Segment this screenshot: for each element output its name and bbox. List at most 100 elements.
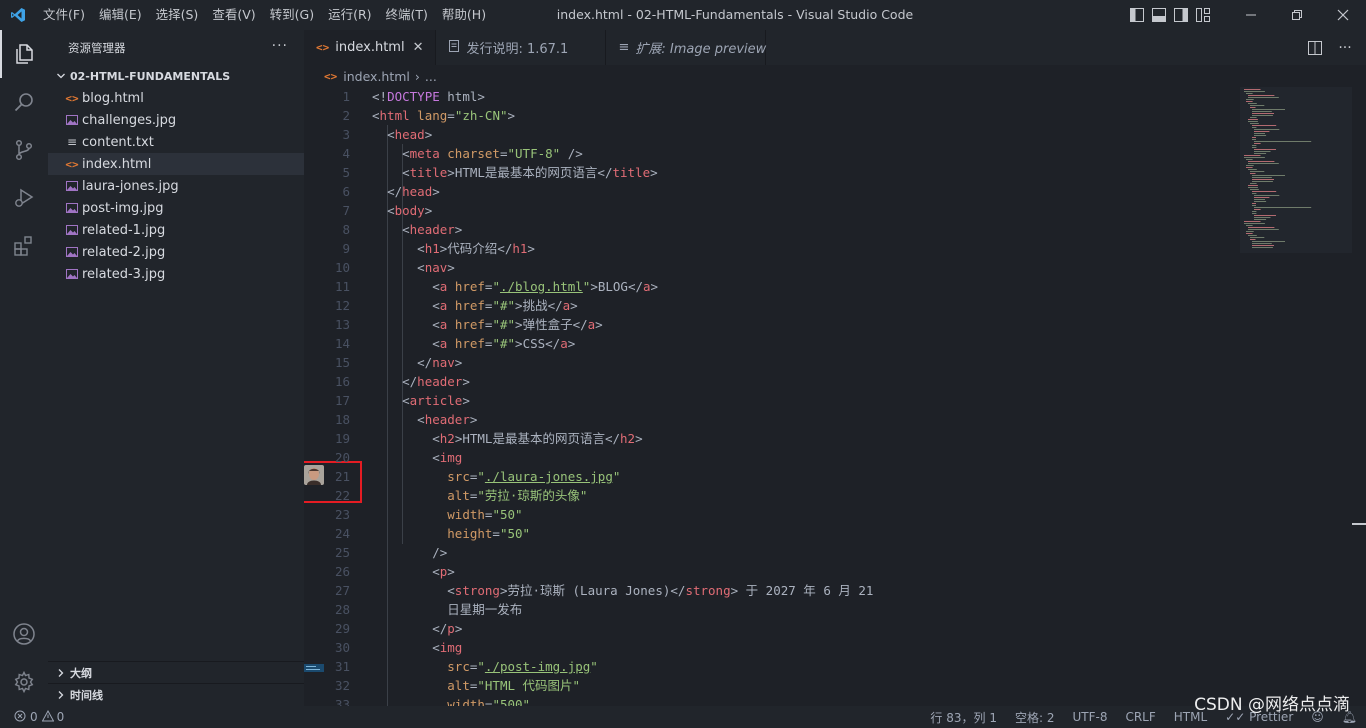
indentation[interactable]: 空格: 2 (1006, 709, 1064, 726)
minimap-line (1250, 107, 1256, 108)
extensions-icon[interactable] (0, 222, 48, 270)
encoding[interactable]: UTF-8 (1063, 710, 1116, 724)
code-line: <h2>HTML是最基本的网页语言</h2> (432, 431, 643, 446)
toggle-panel-icon[interactable] (1148, 0, 1170, 30)
line-numbers: 1 2 3 4 5 6 7 8 9 10 11 12 13 14 15 16 17 18 19 20 21 22 23 24 2… (326, 87, 350, 706)
toggle-sidebar-icon[interactable] (1126, 0, 1148, 30)
code-line: <html lang="zh-CN"> (372, 108, 516, 123)
file-name: challenges.jpg (82, 112, 177, 128)
error-count: 0 (30, 710, 38, 724)
line-number: 32 (334, 678, 350, 693)
file-item[interactable]: <> blog.html (48, 87, 304, 109)
line-number: 25 (334, 545, 350, 560)
line-number: 17 (334, 393, 350, 408)
file-name: related-3.jpg (82, 266, 166, 282)
code-line: <a href="#">挑战</a> (432, 298, 578, 313)
tab-label: index.html (335, 40, 405, 55)
minimap-line (1250, 239, 1256, 240)
minimap-line (1252, 177, 1272, 178)
menu-go[interactable]: 转到(G) (263, 0, 321, 30)
line-number: 2 (342, 108, 350, 123)
problems-indicator[interactable]: 0 0 (0, 709, 64, 725)
file-name: content.txt (82, 134, 154, 150)
breadcrumb-file[interactable]: index.html (343, 69, 410, 84)
accounts-icon[interactable] (0, 610, 48, 658)
minimap-line (1248, 97, 1279, 98)
toggle-secondary-sidebar-icon[interactable] (1170, 0, 1192, 30)
chevron-right-icon (54, 668, 68, 678)
workspace-folder[interactable]: 02-HTML-FUNDAMENTALS (48, 65, 304, 87)
file-item[interactable]: ≡ content.txt (48, 131, 304, 153)
code-line: 日星期一发布 (372, 602, 523, 617)
code-line: </p> (432, 621, 463, 636)
more-actions-icon[interactable]: ··· (1330, 30, 1360, 65)
breadcrumb-more[interactable]: ... (425, 69, 437, 84)
line-number: 31 (334, 659, 350, 674)
menu-selection[interactable]: 选择(S) (149, 0, 206, 30)
chevron-down-icon (54, 71, 68, 81)
line-number: 27 (334, 583, 350, 598)
tab-index-html[interactable]: <> index.html ✕ (304, 30, 437, 65)
outline-section[interactable]: 大纲 (48, 661, 304, 683)
source-control-icon[interactable] (0, 126, 48, 174)
explorer-icon[interactable] (0, 30, 48, 78)
line-number: 23 (334, 507, 350, 522)
file-item[interactable]: post-img.jpg (48, 197, 304, 219)
file-name: related-2.jpg (82, 244, 166, 260)
code-editor[interactable]: 1 2 3 4 5 6 7 8 9 10 11 12 13 14 15 16 17 18 19 20 21 22 23 24 2… (304, 87, 1366, 706)
file-item[interactable]: related-1.jpg (48, 219, 304, 241)
minimap-line (1252, 145, 1257, 146)
customize-layout-icon[interactable] (1192, 0, 1214, 30)
restore-button[interactable] (1274, 0, 1320, 30)
file-item-selected[interactable]: <> index.html (48, 153, 304, 175)
minimap-line (1250, 189, 1259, 190)
status-bar: 0 0 行 83，列 1 空格: 2 UTF-8 CRLF HTML ✓✓ Pr… (0, 706, 1366, 728)
manage-gear-icon[interactable] (0, 658, 48, 706)
code-line: <a href="#">CSS</a> (432, 336, 576, 351)
file-item[interactable]: laura-jones.jpg (48, 175, 304, 197)
close-tab-icon[interactable]: ✕ (413, 40, 424, 55)
minimap-line (1248, 169, 1257, 170)
minimap-line (1250, 117, 1257, 118)
code-line: </nav> (417, 355, 463, 370)
menu-file[interactable]: 文件(F) (36, 0, 92, 30)
timeline-section[interactable]: 时间线 (48, 683, 304, 705)
tab-extension-image-preview[interactable]: ≡ 扩展: Image preview (606, 30, 767, 65)
menu-terminal[interactable]: 终端(T) (379, 0, 435, 30)
minimap-line (1248, 187, 1258, 188)
minimap-preview (1244, 89, 1312, 248)
minimap-line (1246, 99, 1254, 100)
end-of-line[interactable]: CRLF (1116, 710, 1164, 724)
minimap-line (1254, 201, 1267, 202)
minimize-button[interactable] (1228, 0, 1274, 30)
file-name: post-img.jpg (82, 200, 164, 216)
image-file-icon (64, 222, 80, 238)
minimap-line (1252, 191, 1277, 192)
menu-run[interactable]: 运行(R) (321, 0, 378, 30)
minimap-line (1252, 241, 1285, 242)
explorer-more-actions-icon[interactable]: ··· (272, 38, 288, 54)
file-item[interactable]: challenges.jpg (48, 109, 304, 131)
code-line: </header> (402, 374, 470, 389)
menu-view[interactable]: 查看(V) (205, 0, 262, 30)
minimap-line (1252, 115, 1273, 116)
minimap-line (1252, 125, 1277, 126)
menu-help[interactable]: 帮助(H) (435, 0, 493, 30)
run-debug-icon[interactable] (0, 174, 48, 222)
close-window-button[interactable] (1320, 0, 1366, 30)
minimap-line (1252, 175, 1285, 176)
minimap-line (1254, 209, 1261, 210)
vscode-logo-icon (0, 0, 36, 30)
search-icon[interactable] (0, 78, 48, 126)
breadcrumb: <> index.html › ... (304, 65, 1366, 87)
vertical-scrollbar[interactable] (1352, 87, 1366, 706)
split-editor-icon[interactable] (1300, 30, 1330, 65)
cursor-position[interactable]: 行 83，列 1 (921, 709, 1006, 726)
tab-release-notes[interactable]: 发行说明: 1.67.1 (436, 30, 607, 65)
file-item[interactable]: related-2.jpg (48, 241, 304, 263)
html-file-icon: <> (65, 91, 79, 105)
file-item[interactable]: related-3.jpg (48, 263, 304, 285)
code-content: <!DOCTYPE html> <html lang="zh-CN"> <head… (372, 87, 1232, 706)
menu-edit[interactable]: 编辑(E) (92, 0, 149, 30)
minimap[interactable] (1240, 87, 1352, 253)
